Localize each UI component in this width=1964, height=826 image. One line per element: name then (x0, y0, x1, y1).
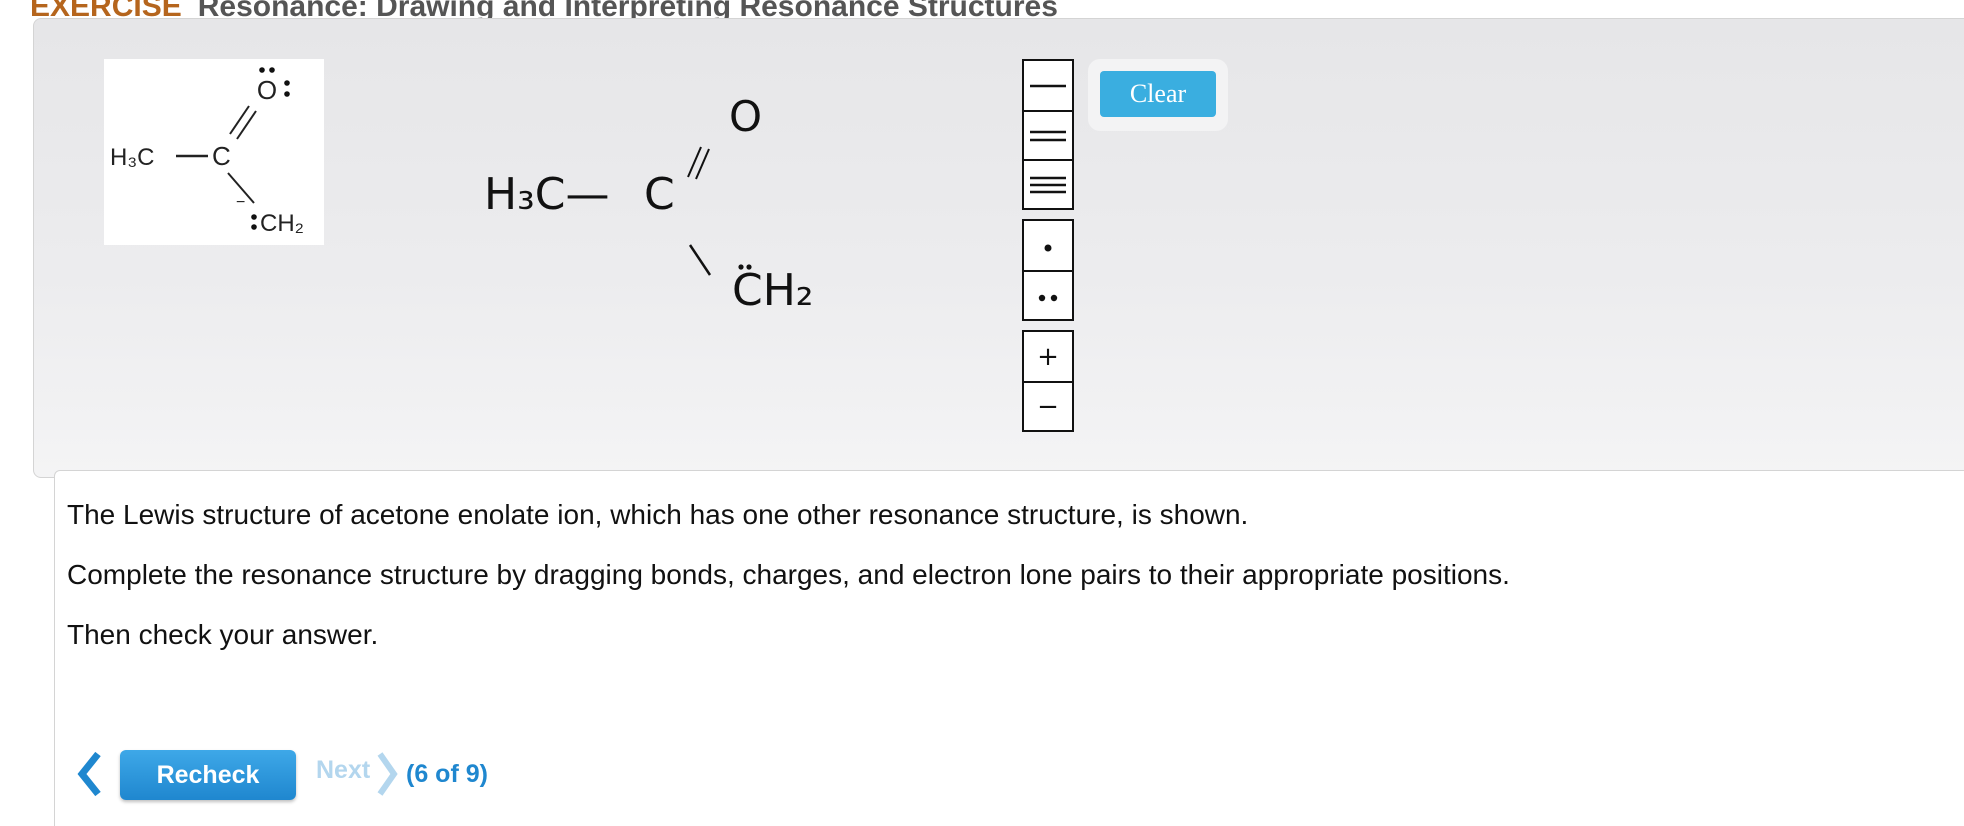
previous-chevron-icon[interactable] (72, 748, 108, 800)
next-chevron-icon[interactable] (374, 748, 400, 800)
charge-tools: + − (1022, 330, 1074, 432)
answer-single-bond-line[interactable] (688, 244, 712, 276)
tool-palette: + − (1022, 59, 1074, 441)
ref-double-bond-line (229, 105, 250, 135)
ref-methyl-label: H₃C (110, 144, 154, 171)
reference-structure: O H₃C C − CH₂ (104, 59, 324, 245)
ref-methylene-label: CH₂ (260, 210, 304, 237)
ref-negative-charge: − (236, 194, 245, 211)
single-electron-tool[interactable] (1024, 221, 1072, 270)
positive-charge-tool[interactable]: + (1024, 332, 1072, 381)
ref-lone-pair-dot (251, 224, 257, 230)
ref-lone-pair-dot (284, 91, 290, 97)
answer-methylene-label[interactable]: CH₂ (732, 265, 813, 316)
instruction-text: Then check your answer. (67, 619, 379, 650)
single-electron-icon (1044, 244, 1052, 251)
clear-button-container: Clear (1088, 59, 1228, 131)
question-counter: (6 of 9) (406, 760, 488, 788)
ref-lone-pair-dot (259, 67, 265, 73)
double-bond-tool[interactable] (1024, 110, 1072, 159)
minus-icon: − (1037, 391, 1059, 422)
instruction-text: The Lewis structure of acetone enolate i… (67, 499, 1249, 530)
ref-lone-pair-dot (251, 214, 257, 220)
bond-tools (1022, 59, 1074, 210)
answer-carbon-label[interactable]: C (644, 169, 675, 220)
ref-carbon-label: C (212, 141, 231, 171)
instruction-text: Complete the resonance structure by drag… (67, 559, 1510, 590)
answer-structure-drawing[interactable]: O H₃C— C CH₂ (454, 79, 874, 339)
clear-button[interactable]: Clear (1100, 71, 1216, 117)
recheck-button[interactable]: Recheck (120, 750, 296, 800)
lone-pair-icon (1038, 294, 1058, 301)
ref-double-bond-line (236, 110, 257, 140)
single-bond-icon (1030, 84, 1066, 87)
ref-lone-pair-dot (269, 67, 275, 73)
answer-oxygen-label[interactable]: O (729, 92, 762, 141)
triple-bond-icon (1030, 176, 1066, 193)
electron-tools (1022, 219, 1074, 321)
plus-icon: + (1037, 341, 1059, 372)
ref-lone-pair-dot (284, 80, 290, 86)
reference-structure-drawing: O H₃C C − CH₂ (110, 67, 304, 237)
drawing-workspace: O H₃C C − CH₂ O H₃C— C CH₂ + − Clear (33, 18, 1964, 478)
lone-pair-tool[interactable] (1024, 270, 1072, 319)
single-bond-tool[interactable] (1024, 61, 1072, 110)
double-bond-icon (1030, 130, 1066, 141)
answer-structure[interactable]: O H₃C— C CH₂ (454, 79, 874, 339)
triple-bond-tool[interactable] (1024, 159, 1072, 208)
negative-charge-tool[interactable]: − (1024, 381, 1072, 430)
ref-oxygen-label: O (257, 75, 277, 105)
answer-methyl-label[interactable]: H₃C— (484, 169, 609, 220)
next-link[interactable]: Next (316, 756, 370, 785)
